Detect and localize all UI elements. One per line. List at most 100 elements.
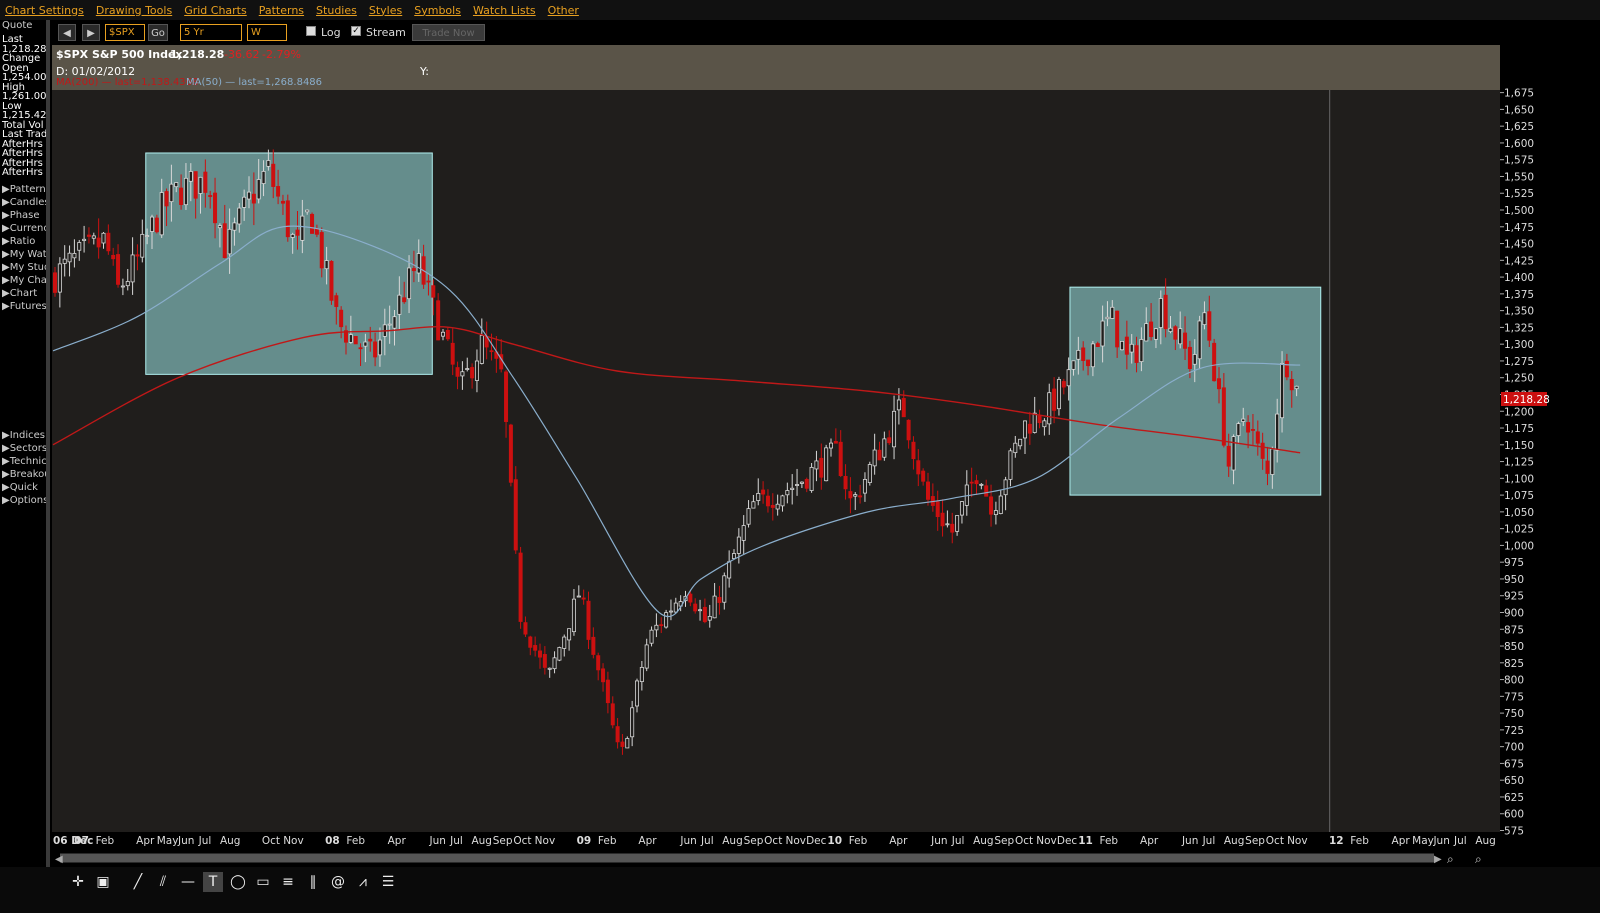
- candle-body: [1212, 342, 1217, 382]
- y-tick-label: 925: [1504, 591, 1524, 603]
- candle-body: [373, 341, 378, 358]
- candle-body: [712, 595, 717, 619]
- candle-body: [1241, 418, 1246, 422]
- candle-body: [751, 501, 756, 509]
- y-tick-label: 1,625: [1504, 121, 1534, 133]
- y-tick-label: 1,175: [1504, 423, 1534, 435]
- candle-body: [474, 360, 479, 381]
- x-tick-label: Feb: [1099, 835, 1118, 847]
- candle-body: [722, 575, 727, 603]
- candle-body: [1163, 294, 1168, 330]
- candle-body: [567, 628, 572, 641]
- candle-body: [819, 457, 824, 478]
- candle-body: [1284, 360, 1289, 378]
- candle-body: [295, 229, 300, 236]
- x-tick-label: May: [1412, 835, 1434, 847]
- candle-body: [571, 598, 576, 633]
- candle-body: [479, 335, 484, 364]
- x-tick-label: Jul: [1202, 835, 1216, 847]
- y-tick-label: 900: [1504, 607, 1524, 619]
- candle-body: [154, 217, 159, 233]
- last-price-tag-label: 1,218.28: [1503, 394, 1550, 406]
- candle-body: [1061, 381, 1066, 388]
- candle-body: [843, 475, 848, 490]
- candle-body: [979, 483, 984, 486]
- candle-body: [149, 216, 154, 232]
- x-tick-label: Feb: [598, 835, 617, 847]
- candle-body: [159, 192, 164, 236]
- y-tick-label: 750: [1504, 708, 1524, 720]
- candle-body: [688, 593, 693, 603]
- candle-body: [164, 191, 169, 207]
- x-tick-label: Aug: [973, 835, 994, 847]
- y-tick-label: 1,325: [1504, 322, 1534, 334]
- candle-body: [489, 350, 494, 353]
- candle-body: [639, 666, 644, 683]
- x-tick-label: Aug: [1475, 835, 1496, 847]
- candle-body: [1120, 340, 1125, 351]
- candle-body: [576, 595, 581, 598]
- candle-body: [101, 232, 106, 244]
- x-tick-label: Jun: [679, 835, 696, 847]
- scroll-right-icon: ▶: [1434, 854, 1442, 865]
- candle-body: [1008, 450, 1013, 480]
- x-tick-label: Aug: [722, 835, 743, 847]
- candle-body: [217, 225, 222, 229]
- candle-body: [86, 234, 91, 237]
- candle-body: [1134, 345, 1139, 363]
- candle-body: [246, 191, 251, 200]
- candle-body: [276, 186, 281, 197]
- candle-body: [1250, 428, 1255, 431]
- candle-body: [528, 636, 533, 648]
- candle-body: [334, 295, 339, 307]
- x-tick-label: Aug: [471, 835, 492, 847]
- candle-body: [950, 523, 955, 533]
- candle-body: [780, 495, 785, 507]
- y-tick-label: 1,075: [1504, 490, 1534, 502]
- candle-body: [174, 182, 179, 188]
- candle-body: [1018, 438, 1023, 447]
- y-tick-label: 950: [1504, 574, 1524, 586]
- candle-body: [319, 232, 324, 269]
- candle-body: [1047, 392, 1052, 425]
- x-tick-label: Nov: [283, 835, 304, 847]
- x-tick-label: Jul: [198, 835, 212, 847]
- y-tick-label: 1,100: [1504, 473, 1534, 485]
- y-tick-label: 1,050: [1504, 507, 1534, 519]
- candle-body: [1100, 320, 1105, 347]
- candle-body: [1255, 431, 1260, 444]
- x-tick-label: Oct: [262, 835, 280, 847]
- candle-body: [1056, 379, 1061, 410]
- x-tick-label: Sep: [1245, 835, 1265, 847]
- y-tick-label: 1,425: [1504, 255, 1534, 267]
- y-tick-label: 1,250: [1504, 373, 1534, 385]
- candle-body: [654, 624, 659, 631]
- x-tick-label: Sep: [493, 835, 513, 847]
- y-tick-label: 1,475: [1504, 222, 1534, 234]
- candle-body: [140, 233, 145, 258]
- candle-body: [348, 334, 353, 343]
- y-tick-label: 1,575: [1504, 155, 1534, 167]
- candle-body: [862, 478, 867, 494]
- candle-body: [591, 636, 596, 655]
- candle-body: [969, 481, 974, 484]
- candle-body: [1037, 415, 1042, 424]
- x-tick-label: Nov: [785, 835, 806, 847]
- candle-body: [169, 183, 174, 203]
- y-tick-label: 1,125: [1504, 457, 1534, 469]
- candle-body: [445, 329, 450, 340]
- candle-body: [1090, 343, 1095, 368]
- candle-body: [877, 449, 882, 461]
- x-tick-label: Dec: [1057, 835, 1078, 847]
- candle-body: [741, 525, 746, 541]
- x-tick-label: Jun: [1181, 835, 1198, 847]
- candle-body: [727, 561, 732, 579]
- candle-body: [67, 252, 72, 263]
- candle-body: [1236, 423, 1241, 436]
- candle-body: [72, 253, 77, 259]
- candle-body: [358, 347, 363, 350]
- candle-body: [775, 503, 780, 510]
- candle-body: [736, 536, 741, 554]
- candle-body: [300, 215, 305, 241]
- candle-body: [615, 726, 620, 743]
